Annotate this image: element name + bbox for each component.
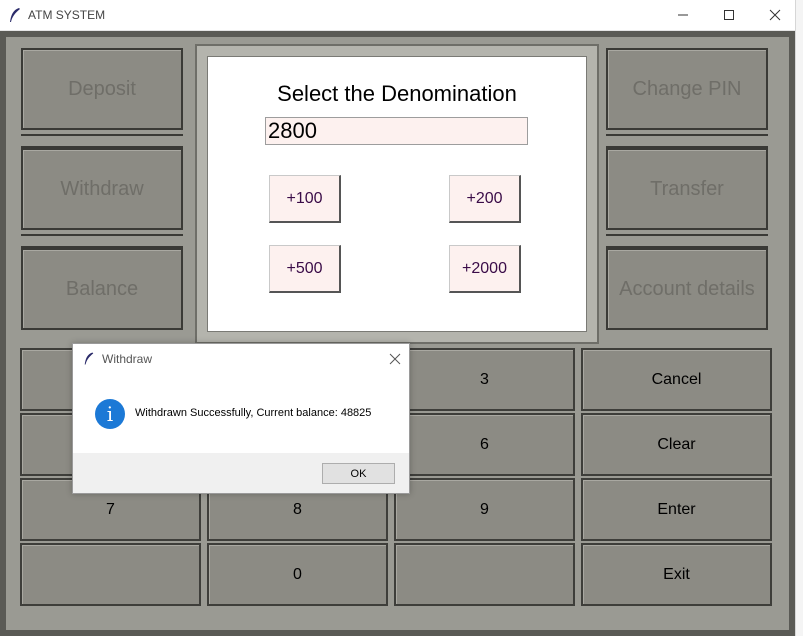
- close-icon: [769, 9, 781, 21]
- withdraw-dialog: Withdraw i Withdrawn Successfully, Curre…: [72, 343, 410, 494]
- change-pin-button[interactable]: Change PIN: [606, 48, 768, 130]
- minimize-icon: [678, 14, 688, 16]
- deposit-button[interactable]: Deposit: [21, 48, 183, 130]
- clear-button[interactable]: Clear: [581, 413, 772, 476]
- window-title: ATM SYSTEM: [28, 8, 106, 22]
- info-icon: i: [95, 399, 125, 429]
- withdraw-button[interactable]: Withdraw: [21, 148, 183, 230]
- denomination-100-button[interactable]: +100: [269, 175, 341, 223]
- menu-separator: [21, 134, 183, 148]
- account-details-button[interactable]: Account details: [606, 248, 768, 330]
- keypad-key-6[interactable]: 6: [394, 413, 575, 476]
- maximize-button[interactable]: [706, 0, 752, 30]
- dialog-footer: OK: [73, 453, 409, 493]
- cancel-button[interactable]: Cancel: [581, 348, 772, 411]
- exit-button[interactable]: Exit: [581, 543, 772, 606]
- keypad-key-9[interactable]: 9: [394, 478, 575, 541]
- dialog-close-icon[interactable]: [389, 353, 401, 365]
- feather-app-icon: [84, 352, 94, 365]
- denomination-2000-button[interactable]: +2000: [449, 245, 521, 293]
- denomination-200-button[interactable]: +200: [449, 175, 521, 223]
- feather-app-icon: [10, 8, 20, 22]
- dialog-message: Withdrawn Successfully, Current balance:…: [135, 407, 372, 419]
- enter-button[interactable]: Enter: [581, 478, 772, 541]
- ok-button[interactable]: OK: [322, 463, 395, 484]
- maximize-icon: [724, 10, 734, 20]
- display-panel-frame: Select the Denomination 2800 +100 +200 +…: [195, 44, 599, 344]
- keypad-key-3[interactable]: 3: [394, 348, 575, 411]
- minimize-button[interactable]: [660, 0, 706, 30]
- denomination-500-button[interactable]: +500: [269, 245, 341, 293]
- display-panel: Select the Denomination 2800 +100 +200 +…: [207, 56, 587, 332]
- close-button[interactable]: [752, 0, 798, 30]
- transfer-button[interactable]: Transfer: [606, 148, 768, 230]
- panel-title: Select the Denomination: [277, 81, 517, 106]
- keypad-key-0[interactable]: 0: [207, 543, 388, 606]
- keypad-key-blank-right[interactable]: [394, 543, 575, 606]
- menu-separator: [21, 234, 183, 248]
- amount-input[interactable]: 2800: [265, 117, 528, 145]
- background-window-edge: [795, 0, 803, 636]
- menu-separator: [606, 234, 768, 248]
- menu-separator: [606, 134, 768, 148]
- dialog-title: Withdraw: [102, 352, 153, 366]
- keypad-key-blank-left[interactable]: [20, 543, 201, 606]
- balance-button[interactable]: Balance: [21, 248, 183, 330]
- window-titlebar: ATM SYSTEM: [0, 0, 795, 31]
